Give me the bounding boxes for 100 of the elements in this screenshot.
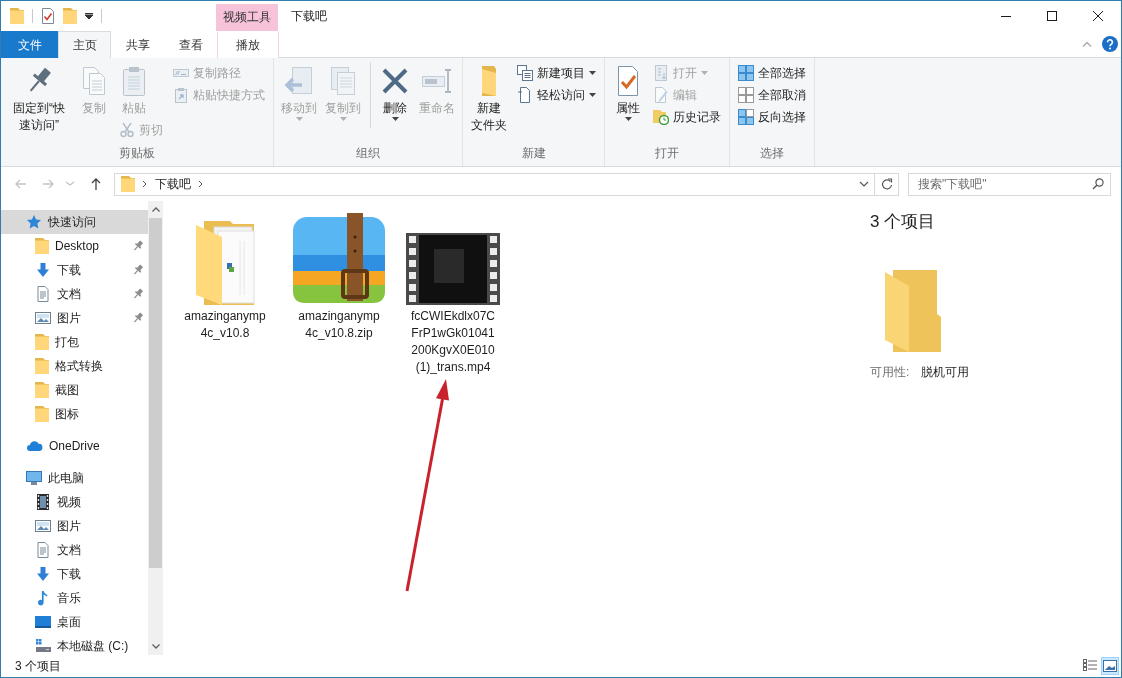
large-icons-view-button[interactable]: [1101, 657, 1119, 675]
new-item-button[interactable]: 新建项目: [514, 62, 599, 84]
chevron-right-icon: [142, 180, 148, 188]
pencil-document-icon: [653, 87, 669, 103]
film-icon: [35, 494, 51, 510]
folder-icon: [35, 334, 49, 350]
context-tab-header: 视频工具: [216, 4, 278, 31]
nav-item[interactable]: 图片: [1, 514, 148, 538]
properties-button[interactable]: 属性: [610, 62, 646, 123]
documents-icon: [517, 65, 533, 81]
nav-item[interactable]: 截图: [1, 378, 148, 402]
nav-item[interactable]: 图片: [1, 306, 148, 330]
file-item[interactable]: amazinganymp4c_v10.8.zip: [284, 213, 394, 344]
caret-icon: [391, 117, 399, 121]
ribbon-tab[interactable]: 主页: [58, 31, 111, 59]
pin-icon: [132, 240, 144, 252]
help-icon: [1102, 36, 1118, 52]
status-text: 3 个项目: [15, 657, 61, 675]
properties-button[interactable]: [41, 5, 55, 27]
invert-selection-button[interactable]: 反向选择: [735, 106, 809, 128]
folder-icon: [35, 406, 49, 422]
ribbon-group-label: 剪贴板: [118, 145, 156, 162]
caret-icon: [339, 117, 347, 121]
document-icon: [35, 286, 51, 302]
pin-button[interactable]: 固定到“快速访问”: [6, 62, 72, 136]
search-icon: [1092, 177, 1104, 190]
chevron-right-icon: [198, 180, 204, 188]
filled-grid-icon: [738, 65, 754, 81]
ribbon-group-label: 新建: [520, 145, 547, 162]
help-button[interactable]: [1102, 36, 1118, 52]
history-button[interactable]: 历史记录: [650, 106, 724, 128]
chevron-up-icon: [1082, 41, 1092, 47]
chevron-down-icon[interactable]: [859, 181, 869, 187]
property-label: 可用性:: [870, 364, 910, 381]
drive-icon: [35, 638, 51, 654]
file-item[interactable]: amazinganymp4c_v10.8: [170, 213, 280, 344]
clock-folder-icon: [653, 109, 669, 125]
nav-item[interactable]: 视频: [1, 490, 148, 514]
file-item[interactable]: fcCWIEkdlx07CFrP1wGk01041200KgvX0E010(1)_trans.mp4: [398, 213, 508, 378]
nav-item[interactable]: 快速访问: [1, 210, 148, 234]
address-field[interactable]: 下载吧: [114, 172, 875, 196]
nav-item[interactable]: 文档: [1, 538, 148, 562]
folder-icon: [35, 358, 49, 374]
music-note-icon: [35, 590, 51, 606]
nav-item[interactable]: 下载: [1, 562, 148, 586]
caret-icon: [85, 13, 93, 19]
path-segment[interactable]: 下载吧: [155, 174, 191, 194]
star-icon: [26, 214, 42, 230]
select-none-button[interactable]: 全部取消: [735, 84, 809, 106]
select-all-button[interactable]: 全部选择: [735, 62, 809, 84]
list-icon: [1083, 659, 1097, 673]
chevron-up-icon: [151, 207, 160, 212]
nav-item[interactable]: 本地磁盘 (C:): [1, 634, 148, 655]
folder-icon: [885, 270, 941, 352]
folder-icon: [35, 382, 49, 398]
monitor-icon: [26, 470, 42, 486]
nav-item[interactable]: 此电脑: [1, 466, 148, 490]
down-arrow-icon: [35, 566, 51, 582]
window-title: 下载吧: [290, 7, 327, 25]
pin-icon: [132, 288, 144, 300]
scissors-icon: [119, 122, 135, 138]
maximize-icon: [1047, 11, 1057, 21]
nav-item[interactable]: Desktop: [1, 234, 148, 258]
caret-icon: [589, 71, 596, 75]
caret-icon: [295, 117, 303, 121]
new-folder-button[interactable]: 新建文件夹: [468, 62, 510, 136]
ribbon-group-label: 打开: [654, 145, 680, 162]
folder-icon: [35, 238, 49, 254]
caret-icon: [701, 71, 708, 75]
nav-item[interactable]: 下载: [1, 258, 148, 282]
pin-icon: [132, 312, 144, 324]
checked-document-icon: [41, 8, 55, 24]
refresh-icon: [880, 178, 893, 190]
archive-icon: [291, 213, 387, 305]
empty-grid-icon: [738, 87, 754, 103]
scrollbar-thumb[interactable]: [149, 218, 162, 568]
down-arrow-icon: [35, 262, 51, 278]
nav-item[interactable]: 文档: [1, 282, 148, 306]
refresh-button[interactable]: [875, 172, 899, 196]
easy-access-button[interactable]: 轻松访问: [514, 84, 599, 106]
ribbon-group-label: 组织: [355, 145, 381, 162]
folder-icon: [194, 219, 256, 305]
picture-icon: [1103, 660, 1117, 672]
document-icon: [517, 87, 533, 103]
nav-item[interactable]: 格式转换: [1, 354, 148, 378]
nav-item[interactable]: 打包: [1, 330, 148, 354]
search-field[interactable]: 搜索"下载吧": [908, 172, 1111, 196]
ribbon-group-label: 选择: [759, 145, 785, 162]
nav-item[interactable]: 图标: [1, 402, 148, 426]
document-arrow-icon: [283, 65, 315, 97]
desktop-icon: [35, 614, 51, 630]
film-strip-icon: [406, 233, 500, 305]
nav-item[interactable]: OneDrive: [1, 434, 148, 458]
details-title: 3 个项目: [870, 211, 936, 233]
picture-icon: [35, 310, 51, 326]
ribbon-tab[interactable]: 播放: [217, 31, 279, 58]
nav-item[interactable]: 音乐: [1, 586, 148, 610]
ribbon-tab[interactable]: 文件: [1, 31, 58, 58]
delete-button[interactable]: 删除: [377, 62, 413, 123]
nav-item[interactable]: 桌面: [1, 610, 148, 634]
